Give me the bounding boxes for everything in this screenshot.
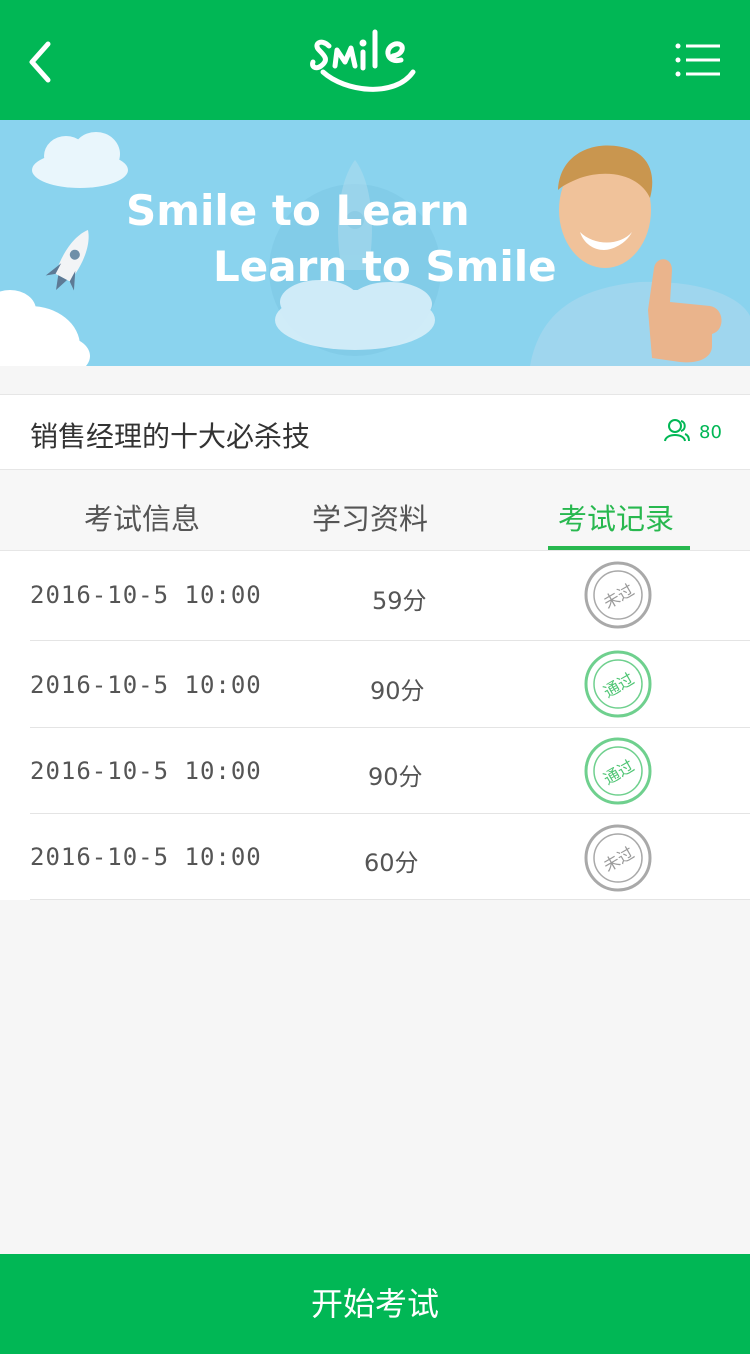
banner-slogan-line2: Learn to Smile: [213, 242, 557, 291]
participants-count: 80: [699, 422, 722, 443]
record-date: 2016-10-5 10:00: [30, 581, 262, 609]
fail-stamp-icon: 未过: [584, 824, 652, 892]
record-score: 60分: [364, 849, 419, 877]
person-illustration: [530, 145, 750, 366]
course-title: 销售经理的十大必杀技: [30, 420, 311, 453]
rocket-icon: [45, 229, 89, 291]
record-row: 2016-10-5 10:00 90分 通过: [0, 641, 750, 728]
tab-exam-records[interactable]: 考试记录: [558, 496, 674, 538]
back-button[interactable]: [20, 34, 64, 90]
menu-button[interactable]: [668, 38, 728, 82]
record-date: 2016-10-5 10:00: [30, 671, 262, 699]
list-menu-icon: [675, 43, 720, 77]
record-row: 2016-10-5 10:00 90分 通过: [0, 728, 750, 814]
record-score: 90分: [368, 763, 423, 791]
record-date: 2016-10-5 10:00: [30, 843, 262, 871]
pass-stamp-icon: 通过: [584, 650, 652, 718]
smile-logo: [305, 20, 445, 100]
chevron-left-icon: [29, 41, 51, 83]
tab-exam-info[interactable]: 考试信息: [84, 496, 200, 538]
tab-study-materials[interactable]: 学习资料: [312, 496, 428, 538]
fail-stamp-icon: 未过: [584, 561, 652, 629]
row-divider: [30, 899, 750, 900]
top-bar: [0, 0, 750, 120]
cloud-icon: [32, 132, 128, 188]
record-score: 90分: [370, 677, 425, 705]
exam-records-list: 2016-10-5 10:00 59分 未过 2016-10-5 10:00 9…: [0, 551, 750, 900]
start-exam-button[interactable]: 开始考试: [0, 1254, 750, 1354]
record-date: 2016-10-5 10:00: [30, 757, 262, 785]
stamp-text: 通过: [600, 756, 637, 788]
record-score: 59分: [372, 587, 427, 615]
active-tab-indicator: [548, 546, 690, 550]
stamp-text: 未过: [600, 580, 637, 612]
banner-slogan-line1: Smile to Learn: [126, 186, 470, 235]
participants-icon: [664, 419, 690, 442]
stamp-text: 通过: [600, 669, 637, 701]
record-row: 2016-10-5 10:00 59分 未过: [0, 551, 750, 641]
promo-banner: Smile to Learn Learn to Smile: [0, 120, 750, 366]
stamp-text: 未过: [600, 843, 637, 875]
pass-stamp-icon: 通过: [584, 737, 652, 805]
course-header: 销售经理的十大必杀技 80: [0, 394, 750, 470]
record-row: 2016-10-5 10:00 60分 未过: [0, 814, 750, 900]
tab-bar: 考试信息 学习资料 考试记录: [0, 470, 750, 551]
